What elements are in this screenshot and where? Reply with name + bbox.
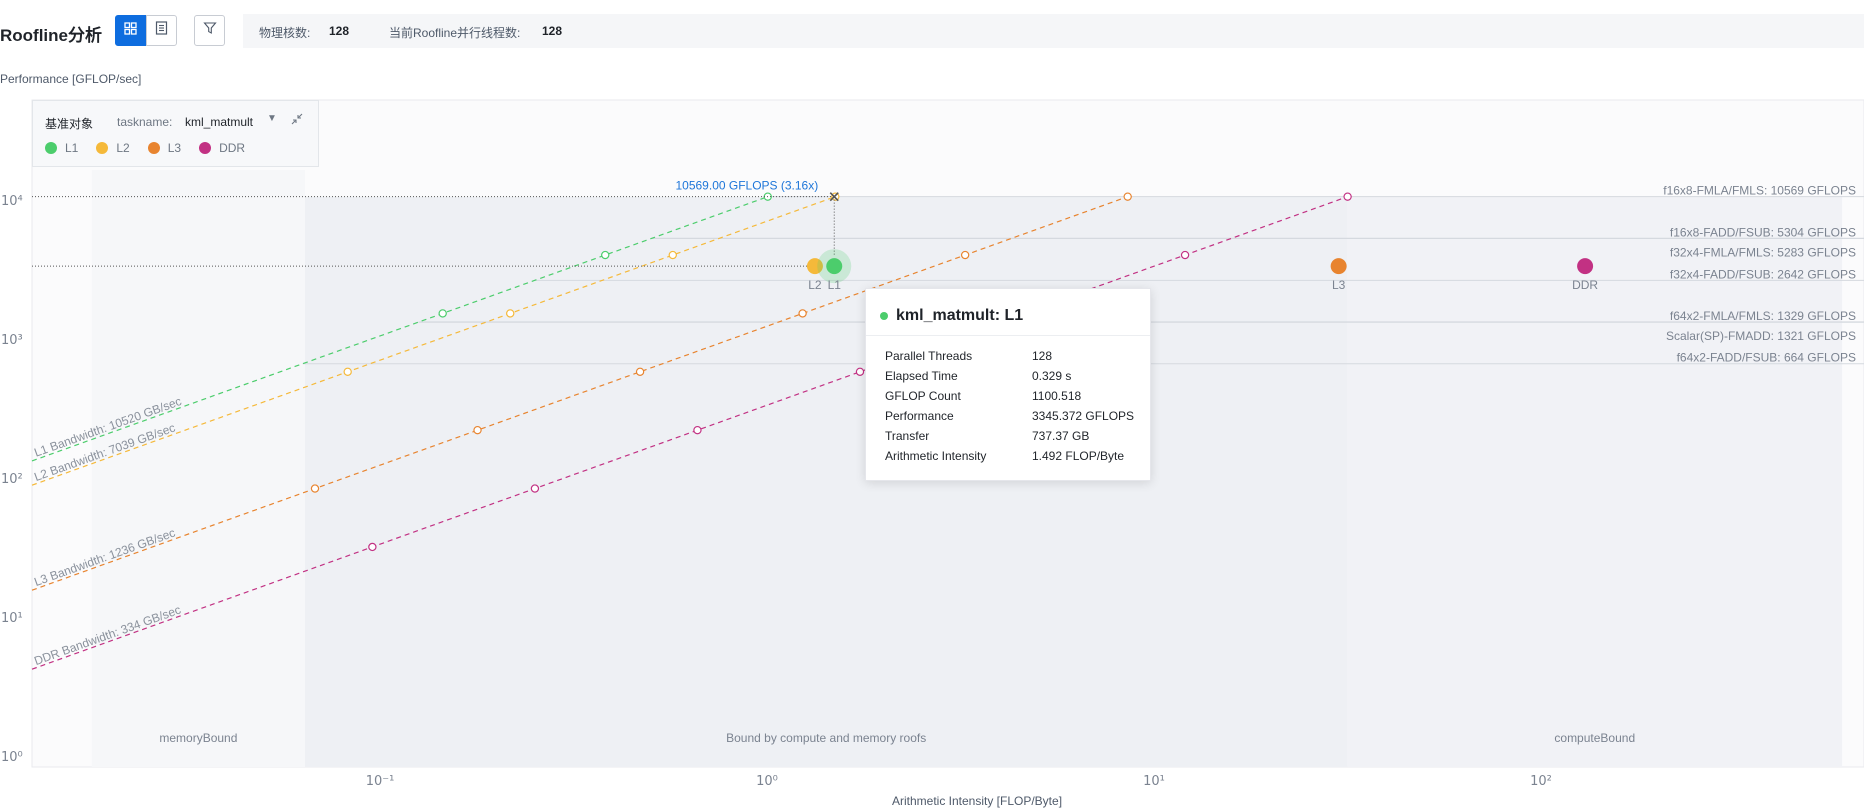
data-point-label: DDR	[1572, 278, 1598, 292]
legend-dot-icon	[147, 142, 160, 154]
data-point-l1	[826, 258, 843, 275]
tooltip-row-value: 737.37 GB	[1032, 429, 1090, 443]
bandwidth-marker	[1180, 250, 1190, 260]
baseline-label: 基准对象	[45, 117, 94, 131]
legend-item-ddr[interactable]: DDR	[199, 141, 245, 155]
compute-roof-label: f16x8-FADD/FSUB: 5304 GFLOPS	[1670, 225, 1856, 239]
compute-roof-label: f32x4-FMLA/FMLS: 5283 GFLOPS	[1670, 245, 1856, 259]
bandwidth-marker	[635, 367, 645, 376]
tooltip-row-value: 128	[1032, 349, 1053, 363]
legend-dot-icon	[45, 142, 57, 154]
x-tick-label: 10¹	[1143, 774, 1165, 789]
bandwidth-marker	[798, 309, 807, 318]
tooltip-row-key: Elapsed Time	[885, 369, 958, 383]
legend-item-l2[interactable]: L2	[96, 141, 130, 155]
tooltip-dot-icon	[880, 312, 888, 320]
x-tick-label: 10⁰	[756, 774, 778, 789]
point-tooltip: kml_matmult: L1 Parallel Threads 128 Elaps…	[865, 288, 1151, 481]
chevron-down-icon[interactable]: ▼	[267, 113, 277, 124]
tooltip-row-value: 1.492 FLOP/Byte	[1032, 449, 1125, 463]
collapse-icon[interactable]	[291, 113, 303, 128]
x-tick-label: 10²	[1530, 774, 1552, 789]
legend-item-l3[interactable]: L3	[147, 141, 182, 155]
data-point-label: L2	[808, 278, 822, 292]
tooltip-title: kml_matmult: L1	[880, 307, 1023, 325]
data-point-ddr	[1577, 258, 1594, 275]
bandwidth-marker	[1343, 192, 1352, 201]
tooltip-row: Transfer 737.37 GB	[885, 429, 1145, 449]
region-1	[304, 196, 1348, 767]
compute-roof-label: Scalar(SP)-FMADD: 1321 GFLOPS	[1666, 329, 1856, 343]
y-tick-label: 10⁴	[1, 194, 23, 209]
bandwidth-marker	[343, 367, 352, 376]
tooltip-row-value: 3345.372 GFLOPS	[1032, 409, 1135, 423]
tooltip-row-key: Transfer	[885, 429, 930, 443]
legend-item-l1[interactable]: L1	[45, 141, 78, 155]
tooltip-row-value: 1100.518	[1032, 389, 1082, 403]
tooltip-title-text: kml_matmult: L1	[896, 307, 1024, 324]
y-tick-label: 10²	[1, 472, 23, 487]
tooltip-row-key: Arithmetic Intensity	[885, 449, 987, 463]
legend-dot-icon	[96, 142, 109, 154]
data-point-label: L3	[1332, 278, 1346, 292]
region-label: memoryBound	[159, 731, 237, 745]
tooltip-row: Performance 3345.372 GFLOPS	[885, 409, 1145, 429]
bandwidth-marker	[438, 309, 447, 318]
legend-item-label: L2	[116, 141, 130, 155]
bandwidth-marker	[693, 425, 702, 435]
bandwidth-marker	[473, 425, 482, 435]
data-point-l3	[1330, 258, 1347, 275]
compute-roof-label: f32x4-FADD/FSUB: 2642 GFLOPS	[1670, 267, 1856, 281]
legend-items: L1 L2 L3 DDR	[45, 141, 263, 155]
bandwidth-marker	[668, 250, 677, 260]
tooltip-row-value: 0.329 s	[1032, 369, 1072, 383]
bandwidth-marker	[960, 250, 970, 260]
peak-annotation: 10569.00 GFLOPS (3.16x)	[675, 179, 818, 193]
bandwidth-marker	[530, 484, 540, 493]
y-tick-label: 10³	[1, 333, 23, 348]
legend-item-label: L1	[65, 141, 79, 155]
legend-item-label: DDR	[219, 141, 246, 155]
region-0	[91, 170, 305, 767]
tooltip-row-key: Parallel Threads	[885, 349, 973, 363]
region-label: computeBound	[1554, 731, 1635, 745]
tooltip-row-key: GFLOP Count	[885, 389, 961, 403]
taskname-label: taskname:	[117, 115, 173, 129]
tooltip-row: GFLOP Count 1100.518	[885, 389, 1145, 409]
tooltip-row: Arithmetic Intensity 1.492 FLOP/Byte	[885, 449, 1145, 469]
legend-panel: 基准对象 taskname: kml_matmult ▼ L1 L2 L3 DDR	[32, 100, 319, 167]
bandwidth-marker	[506, 309, 515, 318]
region-label: Bound by compute and memory roofs	[726, 731, 926, 745]
tooltip-row: Elapsed Time 0.329 s	[885, 369, 1145, 389]
data-point-label: L1	[828, 278, 842, 292]
bandwidth-marker	[368, 542, 377, 552]
y-tick-label: 10⁰	[1, 750, 23, 765]
x-tick-label: 10⁻¹	[366, 774, 395, 789]
tooltip-row-key: Performance	[885, 409, 954, 423]
bandwidth-marker	[601, 250, 610, 260]
bandwidth-marker	[855, 367, 865, 376]
x-axis-title: Arithmetic Intensity [FLOP/Byte]	[891, 794, 1063, 808]
y-tick-label: 10¹	[1, 611, 23, 626]
bandwidth-marker	[310, 484, 320, 493]
bandwidth-marker	[1123, 192, 1132, 201]
taskname-select[interactable]: kml_matmult	[185, 115, 253, 129]
compute-roof-label: f64x2-FMLA/FMLS: 1329 GFLOPS	[1670, 309, 1856, 323]
tooltip-row: Parallel Threads 128	[885, 349, 1145, 369]
legend-item-label: L3	[167, 141, 182, 155]
tooltip-divider	[866, 335, 1150, 336]
compute-roof-label: f16x8-FMLA/FMLS: 10569 GFLOPS	[1663, 184, 1856, 198]
legend-dot-icon	[199, 142, 212, 154]
compute-roof-label: f64x2-FADD/FSUB: 664 GFLOPS	[1677, 351, 1856, 365]
